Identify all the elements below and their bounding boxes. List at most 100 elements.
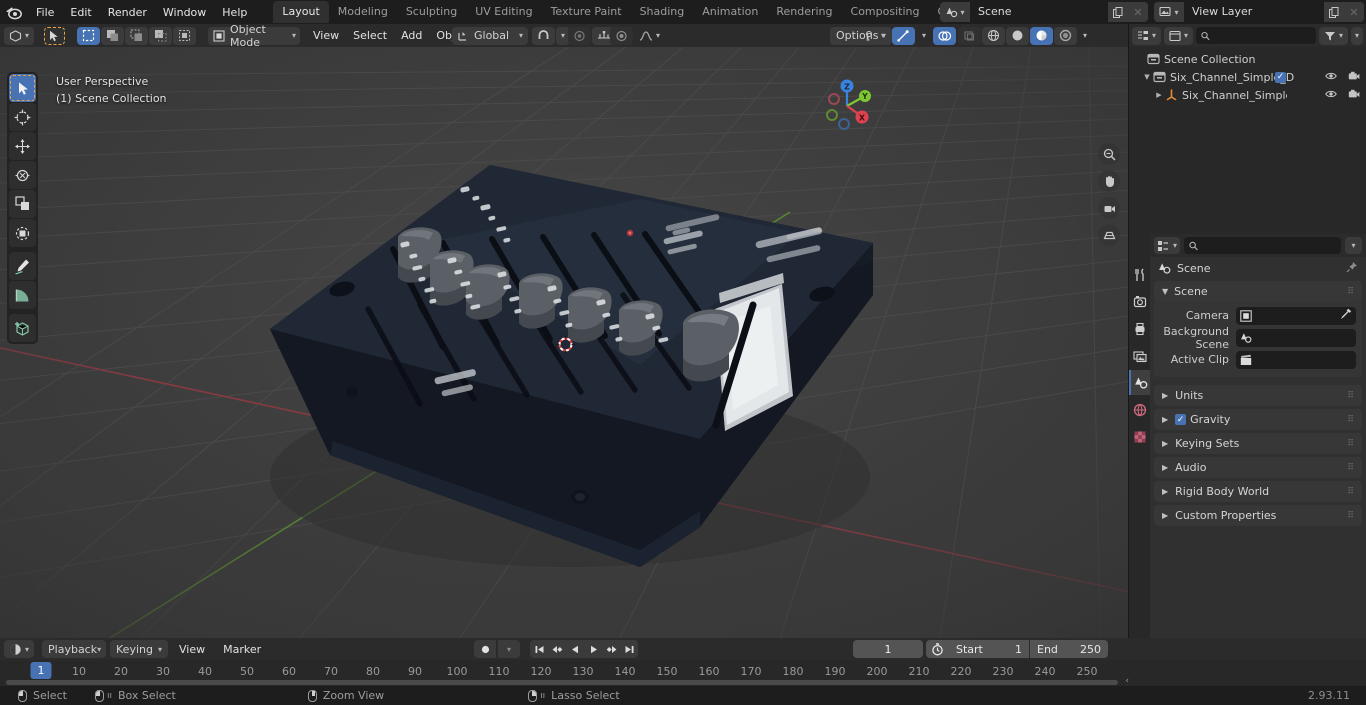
panel-drag-dots[interactable]: ⠿ (1347, 287, 1355, 297)
panel-header-gravity[interactable]: ▶ ✓ Gravity ⠿ (1154, 409, 1362, 430)
outliner-row-object[interactable]: ▶ Six_Channel_Simple_Dm (1129, 86, 1366, 104)
x-icon[interactable]: ✕ (1344, 2, 1364, 22)
tool-measure[interactable] (9, 281, 36, 309)
proportional-toggle-2[interactable] (610, 26, 633, 45)
panel-drag-dots[interactable]: ⠿ (1347, 463, 1355, 473)
active-clip-field[interactable] (1236, 350, 1356, 369)
camera-field[interactable] (1236, 306, 1356, 325)
menu-window[interactable]: Window (155, 3, 214, 22)
properties-tab-output[interactable] (1129, 316, 1150, 341)
zoom-icon[interactable] (1098, 143, 1120, 165)
viewlayer-name-field[interactable]: View Layer (1184, 2, 1324, 22)
tool-scale[interactable] (9, 190, 36, 218)
select-mode-intersect[interactable] (173, 26, 197, 45)
panel-header-audio[interactable]: ▶ Audio ⠿ (1154, 457, 1362, 478)
menu-file[interactable]: File (28, 3, 62, 22)
perspective-ortho-icon[interactable] (1098, 224, 1120, 246)
play-icon[interactable] (584, 640, 602, 658)
panel-drag-dots[interactable]: ⠿ (1347, 439, 1355, 449)
overlays-icon[interactable] (932, 26, 956, 45)
transform-orientation-select[interactable]: Global ▾ (452, 26, 528, 45)
proportional-edit-toggle[interactable] (568, 26, 591, 45)
disclosure-open-icon[interactable]: ▼ (1141, 73, 1153, 81)
duplicate-icon[interactable] (1324, 2, 1344, 22)
start-frame-field[interactable]: Start 1 (949, 640, 1029, 658)
3d-viewport[interactable]: User Perspective (1) Scene Collection Z … (0, 47, 1128, 638)
falloff-smooth-icon[interactable]: ▾ (634, 27, 665, 45)
tool-rotate[interactable] (9, 161, 36, 189)
tab-shading[interactable]: Shading (631, 1, 694, 23)
xray-icon[interactable] (957, 26, 981, 45)
jump-start-icon[interactable] (530, 640, 548, 658)
outliner-options-icon[interactable]: ▾ (1350, 26, 1363, 45)
x-icon[interactable]: ✕ (1128, 2, 1148, 22)
eye-icon[interactable] (1325, 89, 1337, 102)
keying-dropdown[interactable]: Keying ▾ (110, 640, 169, 658)
panel-header-custom-properties[interactable]: ▶ Custom Properties ⠿ (1154, 505, 1362, 526)
panel-header-scene[interactable]: ▼ Scene ⠿ (1154, 281, 1362, 302)
current-frame-field[interactable]: 1 (853, 640, 923, 658)
gizmo-dropdown[interactable]: ▾ (917, 27, 931, 45)
camera-icon[interactable] (1098, 197, 1120, 219)
tool-move[interactable] (9, 132, 36, 160)
viewport-menu-select[interactable]: Select (346, 27, 394, 44)
timeline-menu-view[interactable]: View (172, 641, 212, 658)
tab-animation[interactable]: Animation (693, 1, 767, 23)
timeline-menu-marker[interactable]: Marker (216, 641, 268, 658)
properties-options-dropdown[interactable]: ▾ (1345, 237, 1362, 254)
timeline-horizontal-scrollbar[interactable] (6, 680, 1118, 685)
scroll-arrow-icon[interactable]: ‹ (1125, 676, 1129, 686)
tab-sculpting[interactable]: Sculpting (397, 1, 466, 23)
panel-drag-dots[interactable]: ⠿ (1347, 487, 1355, 497)
background-scene-field[interactable] (1236, 328, 1356, 347)
shading-wireframe[interactable] (981, 26, 1005, 45)
tool-cursor[interactable] (9, 103, 36, 131)
panel-header-units[interactable]: ▶ Units ⠿ (1154, 385, 1362, 406)
show-object-types-icon[interactable]: ▾ (859, 27, 890, 45)
tool-select-box[interactable] (9, 74, 36, 102)
shading-rendered[interactable] (1053, 26, 1077, 45)
tool-annotate[interactable] (9, 252, 36, 280)
stopwatch-icon[interactable] (926, 640, 949, 658)
next-keyframe-icon[interactable] (602, 640, 620, 658)
blender-logo-icon[interactable] (0, 0, 26, 24)
record-icon[interactable] (474, 640, 496, 658)
properties-tab-texture[interactable] (1129, 424, 1150, 449)
menu-help[interactable]: Help (214, 3, 255, 22)
eyedropper-icon[interactable] (1340, 308, 1352, 323)
scene-icon[interactable]: ▾ (940, 2, 970, 22)
prev-keyframe-icon[interactable] (548, 640, 566, 658)
timeline-editor-type-icon[interactable]: ▾ (4, 640, 35, 658)
end-frame-field[interactable]: End 250 (1030, 640, 1108, 658)
outliner-search-field[interactable] (1213, 29, 1311, 42)
select-mode-invert[interactable] (149, 26, 173, 45)
tab-modeling[interactable]: Modeling (329, 1, 397, 23)
outliner-search-input[interactable] (1196, 27, 1316, 44)
menu-render[interactable]: Render (100, 3, 155, 22)
tab-compositing[interactable]: Compositing (842, 1, 929, 23)
panel-header-keying-sets[interactable]: ▶ Keying Sets ⠿ (1154, 433, 1362, 454)
scene-name-field[interactable]: Scene (970, 2, 1108, 22)
eye-icon[interactable] (1325, 71, 1337, 84)
tab-uv-editing[interactable]: UV Editing (466, 1, 541, 23)
record-dropdown[interactable]: ▾ (498, 640, 520, 658)
gravity-checkbox[interactable]: ✓ (1175, 414, 1187, 425)
panel-drag-dots[interactable]: ⠿ (1347, 511, 1355, 521)
outliner-row-scene-collection[interactable]: Scene Collection (1129, 50, 1366, 68)
properties-tab-world[interactable] (1129, 397, 1150, 422)
outliner-filter-icon[interactable]: ▾ (1318, 26, 1348, 45)
tab-rendering[interactable]: Rendering (767, 1, 841, 23)
tab-texture-paint[interactable]: Texture Paint (542, 1, 631, 23)
active-tool-icon[interactable] (44, 26, 66, 45)
camera-render-icon[interactable] (1348, 71, 1360, 84)
panel-drag-dots[interactable]: ⠿ (1347, 391, 1355, 401)
mode-select[interactable]: Object Mode ▾ (208, 23, 301, 49)
play-reverse-icon[interactable] (566, 640, 584, 658)
navigation-gizmo[interactable]: Z Y X (816, 75, 878, 137)
properties-tab-view-layer[interactable] (1129, 343, 1150, 368)
shading-dropdown[interactable]: ▾ (1078, 27, 1092, 45)
select-mode-subtract[interactable] (125, 26, 149, 45)
properties-search-field[interactable] (1202, 239, 1336, 252)
properties-editor-type-icon[interactable]: ▾ (1154, 237, 1181, 254)
playback-dropdown[interactable]: Playback ▾ (42, 640, 107, 658)
